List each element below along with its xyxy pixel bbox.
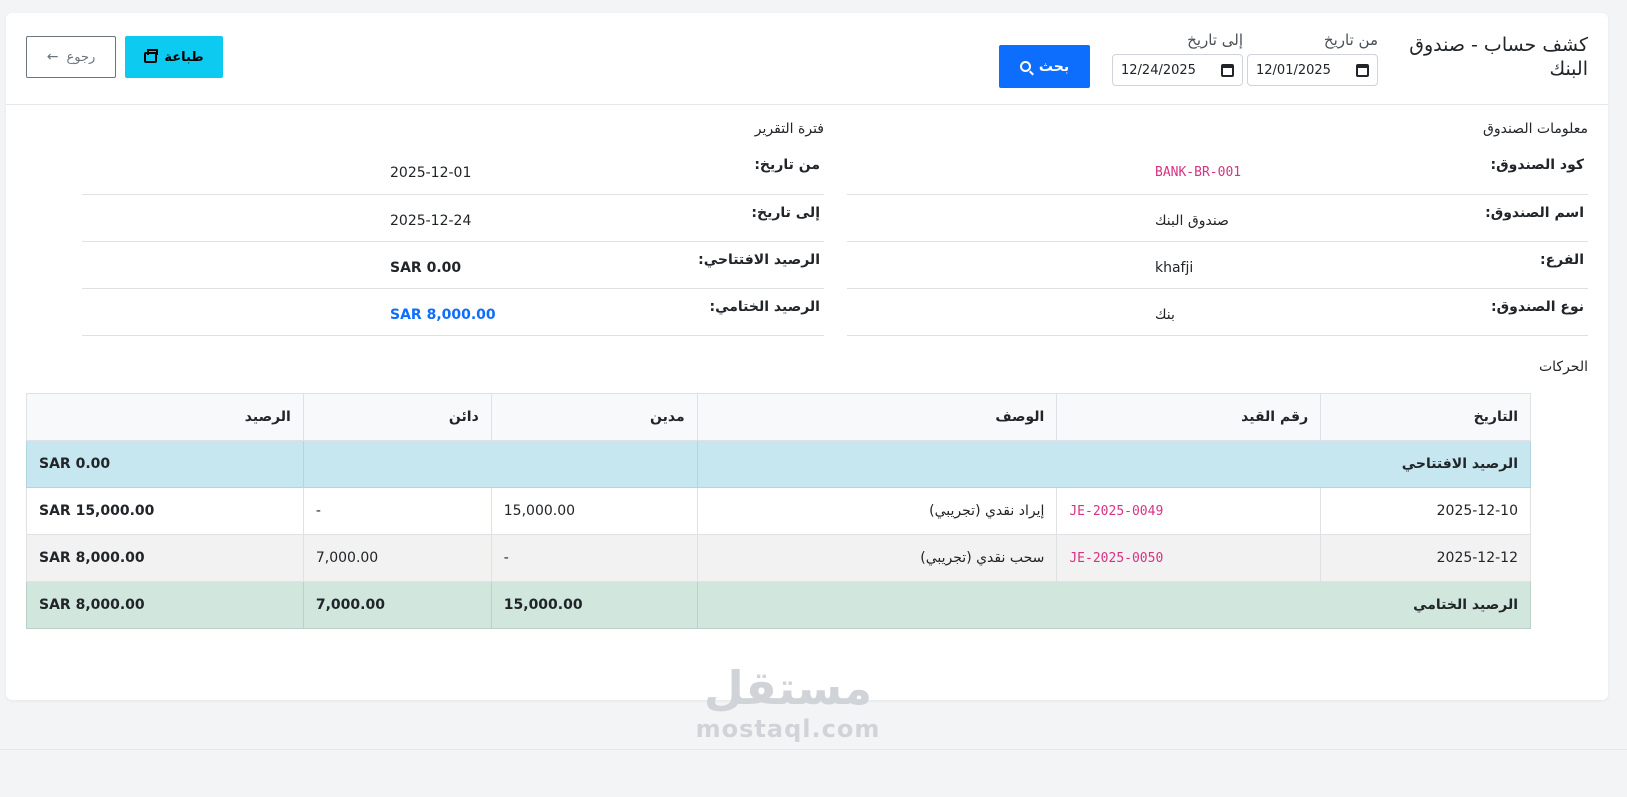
to-date-input[interactable]: 12/24/2025	[1112, 54, 1243, 86]
box-name-value: صندوق البنك	[847, 194, 1435, 242]
divider	[0, 749, 1627, 750]
closing-row-label: الرصيد الختامي	[696, 581, 1532, 629]
page-title: كشف حساب - صندوق البنك	[1409, 34, 1588, 80]
to-date-group: إلى تاريخ 12/24/2025	[1112, 31, 1243, 86]
period-title: فترة التقرير	[754, 121, 824, 137]
closing-balance-row: الرصيد الختامي 15,000.00 7,000.00 SAR 8,…	[26, 581, 1532, 629]
print-button-label: طباعة	[164, 49, 204, 65]
table-header-row: التاريخ رقم القيد الوصف مدين دائن الرصيد	[26, 393, 1531, 441]
search-icon	[1019, 61, 1031, 72]
search-button[interactable]: بحث	[999, 45, 1090, 88]
period-to-value: 2025-12-24	[82, 194, 651, 242]
watermark-logo: مستقل mostaql.com	[688, 660, 888, 742]
branch-value: khafji	[847, 241, 1435, 289]
transactions-title: الحركات	[1538, 359, 1588, 375]
back-button[interactable]: رجوع ←	[26, 36, 116, 78]
info-row: من تاريخ: 2025-12-01	[82, 147, 824, 195]
info-row: إلى تاريخ: 2025-12-24	[82, 194, 824, 242]
watermark-arabic: مستقل	[703, 661, 873, 715]
box-type-label: نوع الصندوق:	[1434, 288, 1588, 336]
box-code-value: BANK-BR-001	[847, 147, 1435, 195]
info-row: الرصيد الافتتاحي: SAR 0.00	[82, 241, 824, 289]
row-credit: 7,000.00	[302, 534, 492, 582]
box-name-label: اسم الصندوق:	[1434, 194, 1588, 242]
watermark-latin: mostaql.com	[695, 715, 881, 743]
row-date: 2025-12-12	[1320, 534, 1531, 582]
box-info-title: معلومات الصندوق	[1482, 121, 1588, 137]
to-date-value: 12/24/2025	[1121, 62, 1196, 78]
opening-row-empty	[302, 440, 698, 488]
row-entry[interactable]: JE-2025-0049	[1056, 487, 1322, 535]
box-code-label: كود الصندوق:	[1434, 147, 1588, 195]
card-header: كشف حساب - صندوق البنك من تاريخ 12/01/20…	[6, 13, 1608, 105]
from-date-value: 12/01/2025	[1256, 62, 1331, 78]
table-row: 2025-12-10 JE-2025-0049 إيراد نقدي (تجري…	[26, 487, 1531, 535]
opening-row-label: الرصيد الافتتاحي	[696, 440, 1532, 488]
to-date-label: إلى تاريخ	[1187, 31, 1243, 49]
info-row: الفرع: khafji	[847, 241, 1588, 289]
info-row: اسم الصندوق: صندوق البنك	[847, 194, 1588, 242]
col-date: التاريخ	[1320, 393, 1531, 441]
opening-row-balance: SAR 0.00	[26, 440, 304, 488]
calendar-icon[interactable]	[1221, 63, 1234, 77]
period-table: من تاريخ: 2025-12-01 إلى تاريخ: 2025-12-…	[82, 147, 824, 336]
statement-card: كشف حساب - صندوق البنك من تاريخ 12/01/20…	[6, 13, 1608, 700]
period-from-label: من تاريخ:	[650, 147, 824, 195]
arrow-left-icon: ←	[46, 49, 59, 65]
info-row: كود الصندوق: BANK-BR-001	[847, 147, 1588, 195]
col-debit: مدين	[490, 393, 698, 441]
closing-row-credit: 7,000.00	[302, 581, 492, 629]
row-entry[interactable]: JE-2025-0050	[1056, 534, 1322, 582]
from-date-group: من تاريخ 12/01/2025	[1247, 31, 1378, 86]
from-date-input[interactable]: 12/01/2025	[1247, 54, 1378, 86]
col-description: الوصف	[696, 393, 1058, 441]
col-credit: دائن	[302, 393, 492, 441]
col-balance: الرصيد	[26, 393, 304, 441]
row-balance: SAR 15,000.00	[26, 487, 304, 535]
col-entry: رقم القيد	[1056, 393, 1322, 441]
period-from-value: 2025-12-01	[82, 147, 651, 195]
branch-label: الفرع:	[1434, 241, 1588, 289]
row-debit: 15,000.00	[490, 487, 698, 535]
closing-row-debit: 15,000.00	[490, 581, 698, 629]
transactions-table: التاريخ رقم القيد الوصف مدين دائن الرصيد…	[26, 393, 1532, 629]
period-to-label: إلى تاريخ:	[650, 194, 824, 242]
info-row: الرصيد الختامي: SAR 8,000.00	[82, 288, 824, 336]
box-info-table: كود الصندوق: BANK-BR-001 اسم الصندوق: صن…	[847, 147, 1588, 336]
closing-row-balance: SAR 8,000.00	[26, 581, 304, 629]
row-date: 2025-12-10	[1320, 487, 1531, 535]
opening-balance-row: الرصيد الافتتاحي SAR 0.00	[26, 440, 1532, 488]
calendar-icon[interactable]	[1356, 63, 1369, 77]
row-balance: SAR 8,000.00	[26, 534, 304, 582]
search-button-label: بحث	[1038, 58, 1070, 75]
back-button-label: رجوع	[66, 49, 96, 65]
row-description: إيراد نقدي (تجريبي)	[696, 487, 1058, 535]
table-row: 2025-12-12 JE-2025-0050 سحب نقدي (تجريبي…	[26, 534, 1531, 582]
info-row: نوع الصندوق: بنك	[847, 288, 1588, 336]
opening-balance-label: الرصيد الافتتاحي:	[650, 241, 824, 289]
print-button[interactable]: طباعة	[125, 36, 223, 78]
printer-icon	[144, 48, 159, 63]
from-date-label: من تاريخ	[1323, 31, 1378, 49]
row-debit: -	[490, 534, 698, 582]
closing-balance-value: SAR 8,000.00	[82, 288, 651, 336]
closing-balance-label: الرصيد الختامي:	[650, 288, 824, 336]
box-type-value: بنك	[847, 288, 1435, 336]
row-credit: -	[302, 487, 492, 535]
row-description: سحب نقدي (تجريبي)	[696, 534, 1058, 582]
opening-balance-value: SAR 0.00	[82, 241, 651, 289]
